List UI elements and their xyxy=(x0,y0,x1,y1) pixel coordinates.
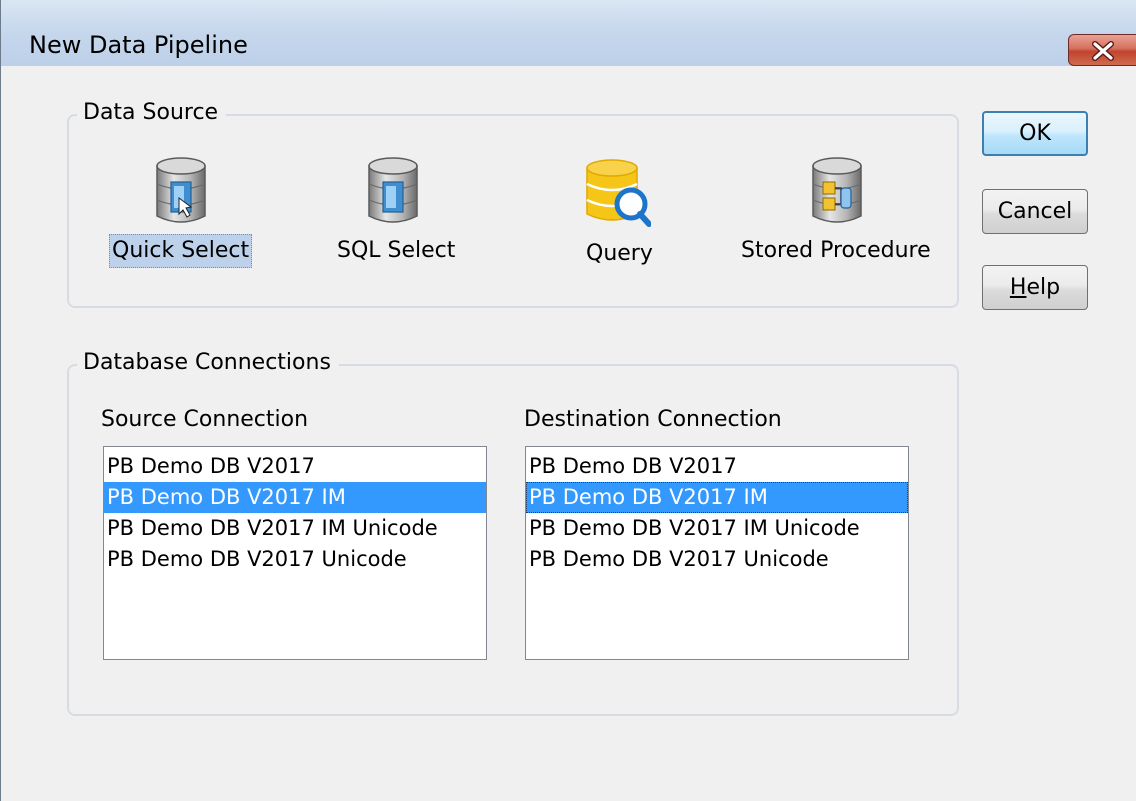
close-button[interactable] xyxy=(1068,34,1136,66)
destination-connection-item[interactable]: PB Demo DB V2017 xyxy=(526,451,908,482)
destination-connection-item[interactable]: PB Demo DB V2017 Unicode xyxy=(526,544,908,575)
quick-select-label: Quick Select xyxy=(109,234,253,268)
dialog-client-area: Data Source Quick Select SQL Select Quer… xyxy=(1,66,1136,801)
title-bar[interactable]: New Data Pipeline xyxy=(1,0,1136,66)
help-label: elp xyxy=(1026,275,1061,300)
source-connection-list[interactable]: PB Demo DB V2017 PB Demo DB V2017 IM PB … xyxy=(103,446,487,660)
data-source-caption: Data Source xyxy=(77,99,227,127)
destination-connection-list[interactable]: PB Demo DB V2017 PB Demo DB V2017 IM PB … xyxy=(525,446,909,660)
database-query-icon xyxy=(586,159,651,227)
cancel-button[interactable]: Cancel xyxy=(982,189,1088,234)
sql-select-label: SQL Select xyxy=(337,238,456,263)
query-label: Query xyxy=(586,241,653,266)
database-sql-select-icon xyxy=(368,157,418,223)
close-icon xyxy=(1092,41,1114,61)
help-button[interactable]: Help xyxy=(982,265,1088,310)
destination-connection-item[interactable]: PB Demo DB V2017 IM xyxy=(526,482,908,513)
database-stored-procedure-icon xyxy=(812,157,862,223)
database-quick-select-icon xyxy=(156,157,206,223)
window-title: New Data Pipeline xyxy=(29,31,248,59)
destination-connection-item[interactable]: PB Demo DB V2017 IM Unicode xyxy=(526,513,908,544)
help-mnemonic: H xyxy=(1009,275,1027,300)
source-connection-item[interactable]: PB Demo DB V2017 xyxy=(104,451,486,482)
destination-connection-label: Destination Connection xyxy=(524,407,782,432)
database-connections-caption: Database Connections xyxy=(77,349,339,377)
ok-button[interactable]: OK xyxy=(982,111,1088,156)
new-data-pipeline-dialog: New Data Pipeline Data Source Quick Sele… xyxy=(0,0,1136,801)
source-connection-item[interactable]: PB Demo DB V2017 IM Unicode xyxy=(104,513,486,544)
source-connection-label: Source Connection xyxy=(101,407,309,432)
source-connection-item[interactable]: PB Demo DB V2017 IM xyxy=(104,482,486,513)
stored-procedure-label: Stored Procedure xyxy=(741,238,931,263)
source-connection-item[interactable]: PB Demo DB V2017 Unicode xyxy=(104,544,486,575)
